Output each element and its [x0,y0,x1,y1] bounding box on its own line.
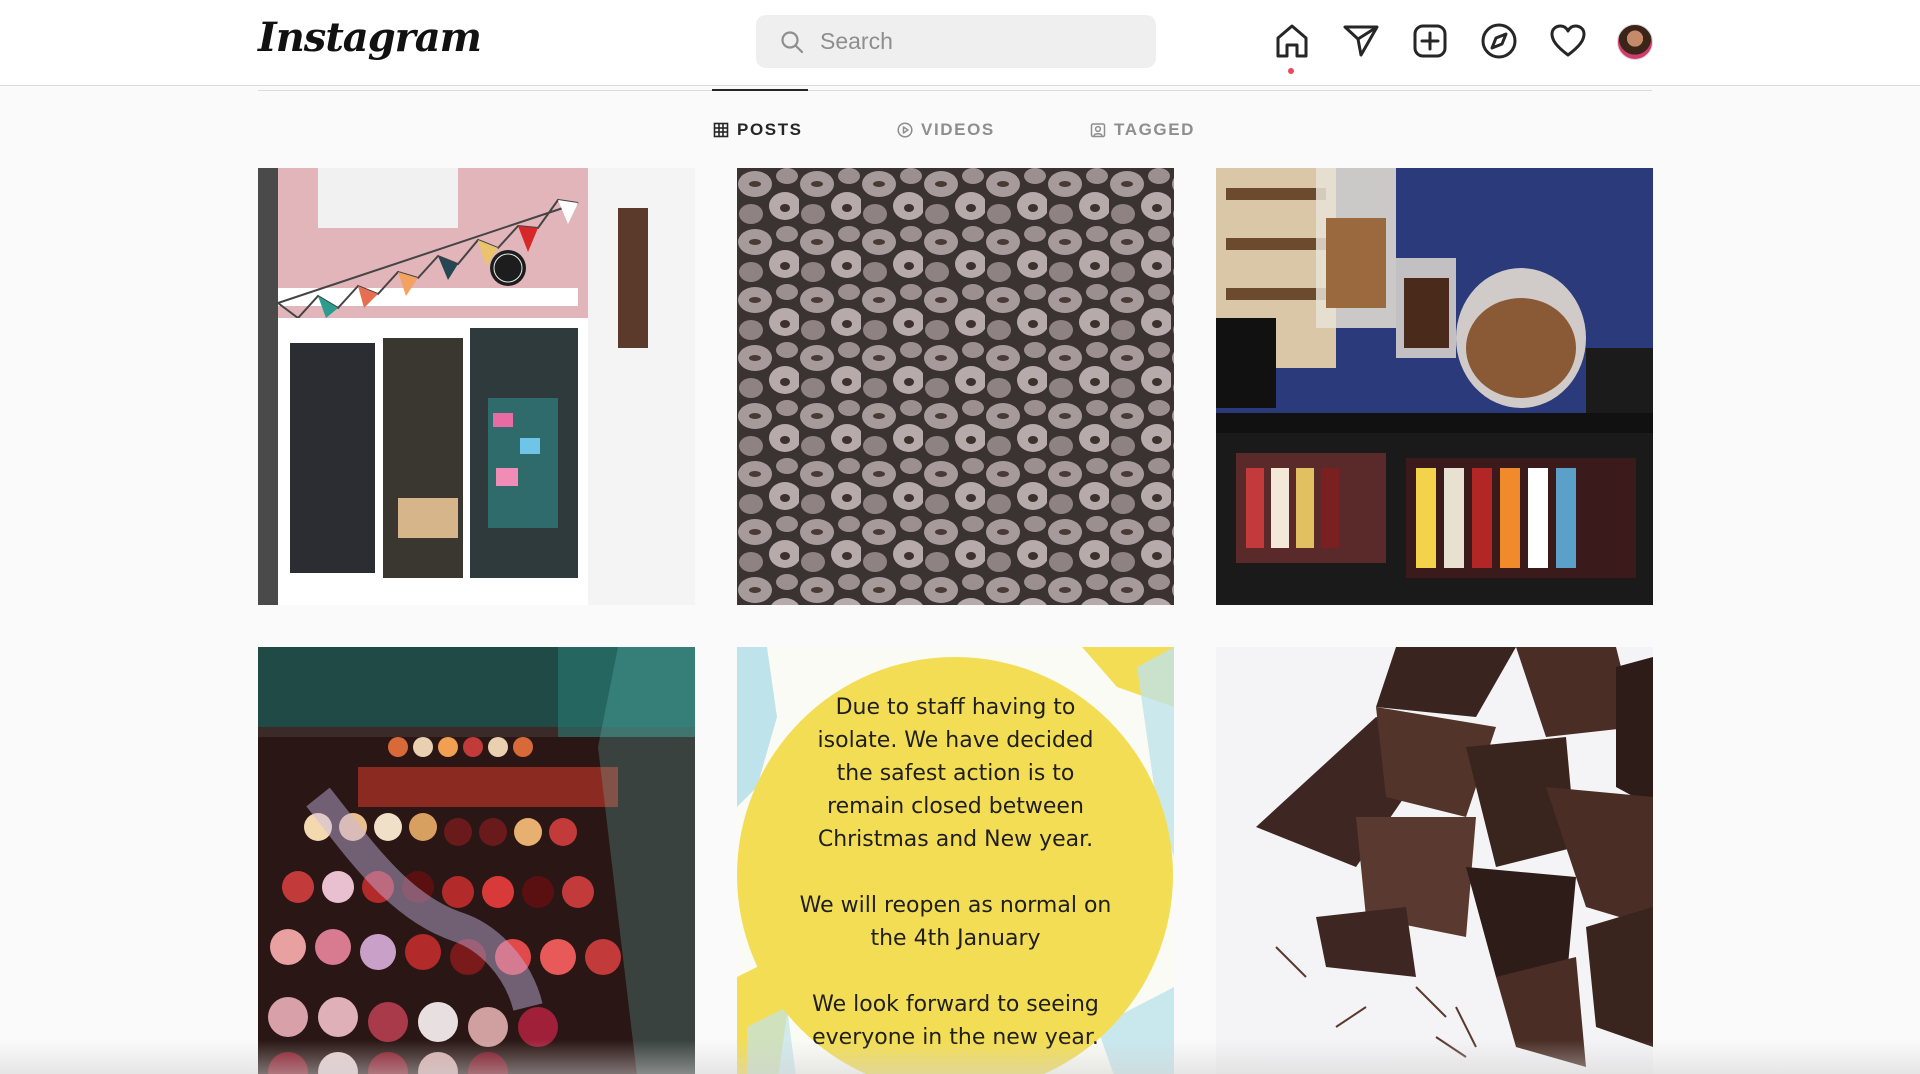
top-navigation-bar: Instagram [0,0,1920,86]
search-input[interactable] [820,28,1140,55]
explore-icon[interactable] [1479,21,1519,61]
post-thumbnail-closure-notice[interactable]: Due to staff having to isolate. We have … [737,647,1174,1074]
tagged-person-icon [1090,123,1106,138]
post-thumbnail-bonbon-display[interactable] [258,647,695,1074]
post-thumbnail-chocolate-counter[interactable] [1216,168,1653,605]
notice-text: Due to staff having to isolate. We have … [799,695,1112,1050]
tabs-divider [258,90,1652,91]
post-thumbnail-chocolate-shards[interactable] [1216,647,1653,1074]
direct-message-icon[interactable] [1341,21,1381,61]
play-circle-icon [897,122,913,138]
post-thumbnail-shop-front[interactable] [258,168,695,605]
tab-posts[interactable]: POSTS [713,118,803,142]
profile-avatar[interactable] [1617,24,1653,60]
tab-videos[interactable]: VIDEOS [897,118,995,142]
bonbon-display-image [258,647,695,1074]
post-thumbnail-chocolate-nuggets[interactable] [737,168,1174,605]
new-post-icon[interactable] [1410,21,1450,61]
chocolate-counter-image [1216,168,1653,605]
activity-heart-icon[interactable] [1548,21,1588,61]
chocolate-shards-image [1216,647,1653,1074]
search-box[interactable] [756,15,1156,68]
grid-icon [713,122,729,138]
active-tab-indicator [712,89,808,91]
tab-tagged[interactable]: TAGGED [1090,118,1195,142]
tab-tagged-label: TAGGED [1114,120,1196,139]
home-icon[interactable] [1272,21,1312,61]
chocolate-nuggets-image [737,168,1174,605]
tab-videos-label: VIDEOS [921,120,995,139]
instagram-logo[interactable]: Instagram [258,14,482,61]
home-notification-dot [1288,68,1294,74]
tab-posts-label: POSTS [737,120,803,139]
shop-front-image [258,168,695,605]
search-icon [781,30,804,53]
